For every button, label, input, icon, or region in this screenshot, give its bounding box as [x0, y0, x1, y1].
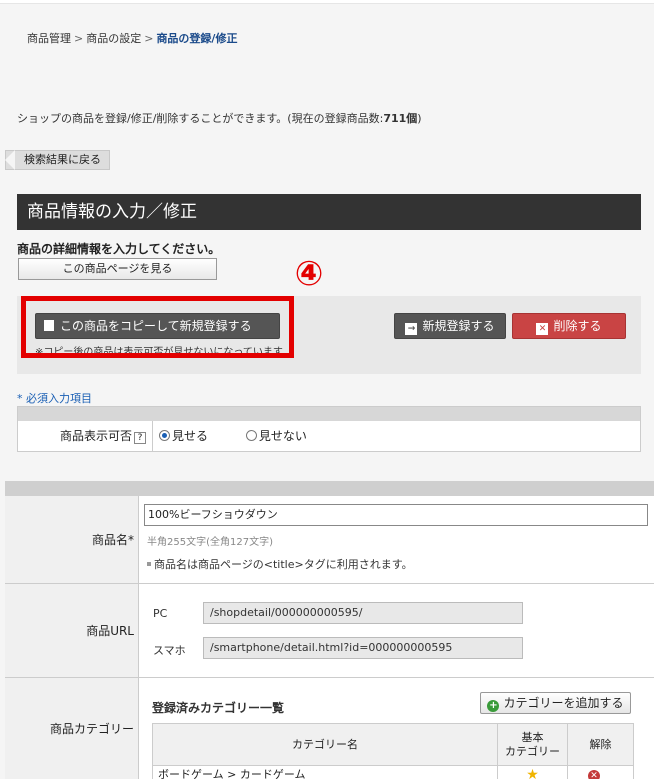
breadcrumb-item[interactable]: 商品の設定: [86, 32, 141, 45]
radio-option-show[interactable]: 見せる: [159, 429, 208, 443]
product-url-label: 商品URL: [5, 584, 139, 677]
product-name-note: 商品名は商品ページの<title>タグに利用されます。: [147, 556, 413, 572]
product-name-label: 商品名*: [5, 496, 139, 583]
category-table: カテゴリー名 基本 カテゴリー 解除 ボードゲーム > カードゲーム ★ ✕: [152, 723, 634, 779]
column-header-remove: 解除: [589, 737, 612, 751]
radio-option-hide[interactable]: 見せない: [245, 429, 307, 443]
category-table-header: カテゴリー名 基本 カテゴリー 解除: [153, 724, 633, 766]
column-header-category-name: カテゴリー名: [153, 724, 498, 765]
base-category-cell[interactable]: ★: [498, 766, 568, 779]
annotation-number: ④: [294, 254, 324, 294]
plus-icon: +: [487, 700, 500, 712]
required-note: * 必須入力項目: [17, 392, 92, 405]
display-setting-options: 見せる 見せない: [153, 421, 341, 451]
description-text: ショップの商品を登録/修正/削除することができます。(現在の登録商品数:: [17, 112, 384, 125]
smartphone-url-label: スマホ: [153, 644, 186, 657]
display-setting-label: 商品表示可否?: [18, 421, 153, 451]
remove-icon[interactable]: ✕: [588, 770, 600, 779]
close-icon: ✕: [536, 323, 549, 335]
top-border: [0, 0, 654, 4]
delete-button-label: 削除する: [553, 319, 602, 333]
product-form-table: 商品名* 100%ビーフショウダウン 半角255文字(全角127文字) 商品名は…: [5, 496, 654, 779]
radio-unselected-icon[interactable]: [245, 430, 257, 441]
add-category-button[interactable]: + カテゴリーを追加する: [480, 692, 631, 714]
product-name-note-text: 商品名は商品ページの<title>タグに利用されます。: [154, 558, 413, 571]
radio-label: 見せる: [172, 429, 209, 443]
table-row: 商品URL PC /shopdetail/000000000595/ スマホ /…: [5, 584, 654, 678]
breadcrumb-item[interactable]: 商品管理: [27, 32, 71, 45]
table-row: 商品名* 100%ビーフショウダウン 半角255文字(全角127文字) 商品名は…: [5, 496, 654, 584]
table-header-bar: [18, 407, 640, 421]
product-name-input[interactable]: 100%ビーフショウダウン: [144, 504, 648, 526]
add-category-label: カテゴリーを追加する: [503, 696, 624, 710]
view-product-page-button[interactable]: この商品ページを見る: [18, 258, 217, 280]
new-button-label: 新規登録する: [422, 319, 495, 333]
table-row: ボードゲーム > カードゲーム ★ ✕: [153, 766, 633, 779]
remove-cell[interactable]: ✕: [568, 766, 633, 779]
help-icon[interactable]: ?: [134, 432, 146, 444]
product-name-hint: 半角255文字(全角127文字): [147, 537, 273, 548]
product-category-label: 商品カテゴリー: [5, 678, 139, 779]
breadcrumb-current: 商品の登録/修正: [156, 32, 238, 45]
annotation-highlight-box: [21, 296, 294, 358]
breadcrumb: 商品管理 > 商品の設定 > 商品の登録/修正: [27, 30, 237, 46]
column-header-base-category: 基本 カテゴリー: [498, 724, 568, 765]
enter-icon: →: [405, 323, 418, 335]
new-register-button[interactable]: → 新規登録する: [394, 313, 506, 339]
star-icon[interactable]: ★: [498, 766, 567, 779]
page-description: ショップの商品を登録/修正/削除することができます。(現在の登録商品数:711個…: [17, 110, 422, 126]
lead-text: 商品の詳細情報を入力してください。: [17, 242, 221, 256]
product-count: 711個: [383, 112, 418, 125]
category-list-title: 登録済みカテゴリー一覧: [152, 701, 285, 715]
breadcrumb-separator: >: [74, 32, 84, 45]
table-row: 商品表示可否? 見せる 見せない: [18, 421, 640, 451]
display-setting-table: 商品表示可否? 見せる 見せない: [17, 406, 641, 452]
table-row: 商品カテゴリー 登録済みカテゴリー一覧 + カテゴリーを追加する カテゴリー名 基…: [5, 678, 654, 779]
smartphone-url-field: /smartphone/detail.html?id=000000000595: [203, 637, 523, 659]
radio-selected-icon[interactable]: [159, 430, 170, 441]
radio-label: 見せない: [258, 429, 307, 443]
breadcrumb-separator: >: [144, 32, 154, 45]
pc-url-label: PC: [153, 607, 168, 620]
bullet-icon: [147, 562, 151, 566]
display-setting-label-text: 商品表示可否: [59, 429, 132, 443]
back-to-results-button[interactable]: 検索結果に戻る: [5, 150, 110, 170]
delete-button[interactable]: ✕ 削除する: [512, 313, 626, 339]
category-name-cell: ボードゲーム > カードゲーム: [153, 766, 498, 779]
pc-url-field: /shopdetail/000000000595/: [203, 602, 523, 624]
section-divider-bar: [5, 481, 654, 496]
description-close: ): [417, 112, 422, 125]
section-title: 商品情報の入力／修正: [17, 194, 641, 230]
